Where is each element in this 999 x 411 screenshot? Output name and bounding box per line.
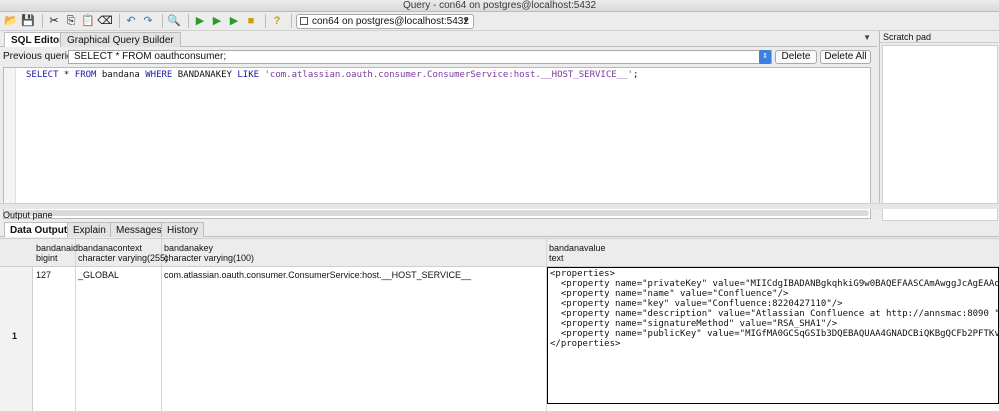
chevron-down-icon: ▼ xyxy=(462,15,470,25)
row-number[interactable]: 1 xyxy=(12,331,17,341)
execute-icon[interactable]: ▶ xyxy=(193,14,207,28)
data-grid: bandanaid bigint bandanacontext characte… xyxy=(0,238,999,411)
undo-icon[interactable]: ↶ xyxy=(124,14,138,28)
xml-line: <property name="publicKey" value="MIGfMA… xyxy=(560,329,998,339)
column-name: bandanakey xyxy=(164,243,214,253)
cell-bandanaid[interactable]: 127 xyxy=(36,270,51,280)
sql-text[interactable]: SELECT * FROM bandana WHERE BANDANAKEY L… xyxy=(26,70,638,80)
toolbar-separator xyxy=(119,14,120,28)
cell-bandanacontext[interactable]: _GLOBAL xyxy=(78,270,119,280)
cancel-query-icon[interactable]: ■ xyxy=(244,14,258,28)
toolbar-separator xyxy=(188,14,189,28)
sql-text-part: bandana xyxy=(96,70,146,80)
toolbar-separator xyxy=(265,14,266,28)
output-tabs: Data Output Explain Messages History xyxy=(0,222,999,237)
delete-all-button[interactable]: Delete All xyxy=(820,50,871,64)
editor-gutter xyxy=(4,68,16,218)
chevron-down-icon[interactable]: ▼ xyxy=(863,33,871,42)
sql-string: 'com.atlassian.oauth.consumer.ConsumerSe… xyxy=(264,70,633,80)
column-type: bigint xyxy=(36,253,58,263)
sql-keyword: SELECT xyxy=(26,70,59,80)
xml-line: <property name="privateKey" value="MIICd… xyxy=(560,279,998,289)
find-icon[interactable]: 🔍 xyxy=(167,14,181,28)
xml-line: <property name="signatureMethod" value="… xyxy=(550,319,838,329)
save-icon[interactable]: 💾 xyxy=(21,14,35,28)
column-divider[interactable] xyxy=(161,239,162,411)
previous-queries-select[interactable]: SELECT * FROM oauthconsumer; ⇕ xyxy=(68,50,772,64)
window-title: Query - con64 on postgres@localhost:5432 xyxy=(0,0,999,12)
column-type: text xyxy=(549,253,564,263)
column-divider[interactable] xyxy=(75,239,76,411)
toolbar-separator xyxy=(42,14,43,28)
sql-text-part: BANDANAKEY xyxy=(172,70,238,80)
xml-line: <property name="description" value="Atla… xyxy=(550,309,999,319)
sql-text-part: * xyxy=(58,70,75,80)
column-header-bandanakey[interactable]: bandanakey character varying(100) xyxy=(164,243,254,263)
help-icon[interactable]: ? xyxy=(270,14,284,28)
scratch-pad: Scratch pad xyxy=(879,31,999,221)
column-header-bandanacontext[interactable]: bandanacontext character varying(255) xyxy=(78,243,168,263)
open-file-icon[interactable]: 📂 xyxy=(4,14,18,28)
sql-keyword: FROM xyxy=(74,70,97,80)
explain-icon[interactable]: ▶ xyxy=(227,14,241,28)
column-name: bandanavalue xyxy=(549,243,606,253)
pane-splitter[interactable] xyxy=(0,203,999,209)
xml-line: <properties> xyxy=(550,269,616,279)
copy-icon[interactable]: ⎘ xyxy=(64,14,78,28)
connection-checkbox-icon xyxy=(300,17,308,25)
connection-label: con64 on postgres@localhost:5432 xyxy=(312,15,469,27)
xml-line: </properties> xyxy=(550,339,621,349)
sql-keyword: LIKE xyxy=(237,70,260,80)
connection-select[interactable]: con64 on postgres@localhost:5432 ▼ xyxy=(296,13,474,29)
execute-to-file-icon[interactable]: ▶ xyxy=(210,14,224,28)
column-name: bandanaid xyxy=(36,243,79,253)
previous-queries-value: SELECT * FROM oauthconsumer; xyxy=(74,51,227,62)
tab-history[interactable]: History xyxy=(161,222,205,237)
dropdown-arrows-icon: ⇕ xyxy=(759,50,771,64)
cell-bandanavalue[interactable]: <properties> <property name="privateKey"… xyxy=(547,267,999,404)
toolbar-separator xyxy=(162,14,163,28)
column-name: bandanacontext xyxy=(78,243,143,253)
query-area: SQL Editor Graphical Query Builder ▼ Pre… xyxy=(0,31,877,219)
tab-messages[interactable]: Messages xyxy=(110,222,168,237)
redo-icon[interactable]: ↷ xyxy=(141,14,155,28)
column-type: character varying(255) xyxy=(78,253,169,263)
editor-tabs: SQL Editor Graphical Query Builder ▼ xyxy=(0,31,877,47)
output-pane-label: Output pane xyxy=(3,210,53,220)
tab-graphical-query-builder[interactable]: Graphical Query Builder xyxy=(60,32,181,47)
cell-bandanakey[interactable]: com.atlassian.oauth.consumer.ConsumerSer… xyxy=(164,270,471,280)
cut-icon[interactable]: ✂ xyxy=(47,14,61,28)
scratch-pad-textarea[interactable] xyxy=(882,45,998,221)
paste-icon[interactable]: 📋 xyxy=(81,14,95,28)
column-type: character varying(100) xyxy=(164,253,255,263)
tab-data-output[interactable]: Data Output xyxy=(4,222,74,237)
scratch-pad-title: Scratch pad xyxy=(880,31,999,43)
sql-text-part: ; xyxy=(632,70,639,80)
clear-icon[interactable]: ⌫ xyxy=(97,14,113,28)
sql-keyword: WHERE xyxy=(145,70,173,80)
delete-button[interactable]: Delete xyxy=(775,50,817,64)
xml-line: <property name="key" value="Confluence:8… xyxy=(550,299,843,309)
tab-explain[interactable]: Explain xyxy=(67,222,112,237)
toolbar: 📂 💾 ✂ ⎘ 📋 ⌫ ↶ ↷ 🔍 ▶ ▶ ▶ ■ ? con64 on pos… xyxy=(0,12,999,31)
previous-queries-label: Previous queries xyxy=(3,51,78,62)
xml-line: <property name="name" value="Confluence"… xyxy=(550,289,789,299)
horizontal-scrollbar[interactable] xyxy=(5,210,869,216)
column-header-bandanavalue[interactable]: bandanavalue text xyxy=(549,243,606,263)
toolbar-separator xyxy=(291,14,292,28)
previous-queries-row: Previous queries SELECT * FROM oauthcons… xyxy=(0,49,877,66)
sql-editor[interactable]: SELECT * FROM bandana WHERE BANDANAKEY L… xyxy=(3,67,871,219)
column-header-bandanaid[interactable]: bandanaid bigint xyxy=(36,243,78,263)
